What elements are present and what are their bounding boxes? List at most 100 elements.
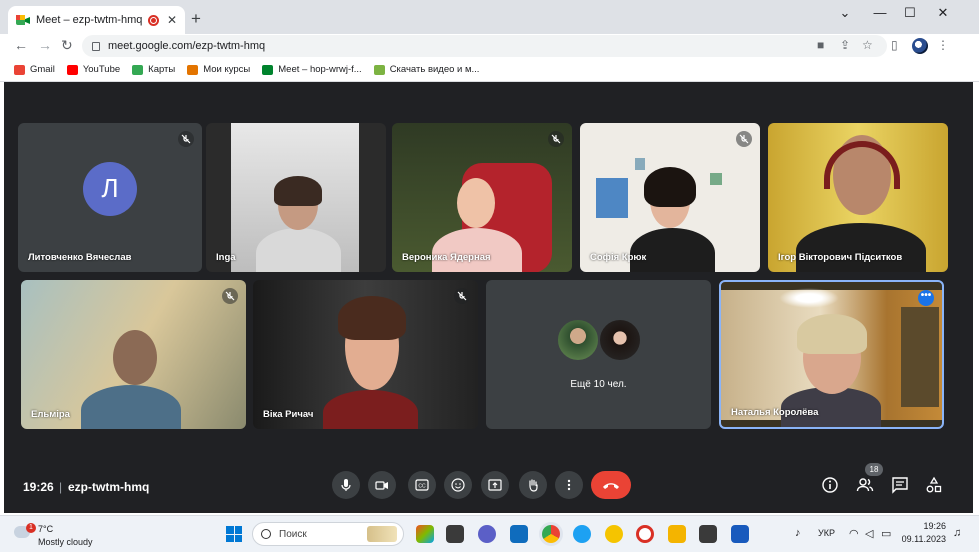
task-view-icon[interactable] [446, 525, 464, 543]
person-silhouette [630, 228, 715, 272]
reload-icon[interactable]: ↻ [61, 37, 73, 54]
bookmark-gmail[interactable]: Gmail [14, 64, 55, 75]
search-placeholder: Поиск [279, 528, 307, 540]
battery-icon[interactable]: ▭ [881, 527, 891, 540]
participant-tile[interactable]: Вероника Ядерная [392, 123, 572, 272]
participant-tile[interactable]: Ельміра [21, 280, 246, 429]
meeting-code: ezp-twtm-hmq [68, 480, 150, 494]
search-highlight-icon [367, 526, 397, 542]
person-silhouette [81, 385, 181, 429]
bookmark-download[interactable]: Скачать видео и м... [373, 64, 479, 75]
wall-photo [710, 173, 722, 185]
chat-icon[interactable] [891, 476, 909, 494]
emoji-icon [451, 478, 465, 492]
camera-button[interactable] [368, 471, 396, 499]
participant-tile-pinned[interactable]: ••• Наталья Королёва [719, 280, 944, 429]
more-participants-label: Ещё 10 чел. [570, 379, 627, 390]
captions-button[interactable]: CC [408, 471, 436, 499]
edge-icon[interactable] [573, 525, 591, 543]
microphone-tray-icon[interactable]: ♪ [795, 527, 801, 539]
forward-arrow-icon[interactable]: → [38, 37, 52, 53]
word-icon[interactable] [731, 525, 749, 543]
meet-icon [262, 64, 274, 75]
participant-name: Ельміра [31, 409, 70, 420]
present-screen-icon [488, 479, 502, 491]
taskbar-search[interactable]: Поиск [252, 522, 404, 546]
bookmarks-bar: Gmail YouTube Карты Мои курсы Meet – hop… [0, 58, 979, 82]
file-explorer-icon[interactable] [668, 525, 686, 543]
bookmark-meet[interactable]: Meet – hop-wrwj-f... [262, 64, 362, 75]
people-icon[interactable] [856, 476, 874, 494]
url-text: meet.google.com/ezp-twtm-hmq [108, 40, 266, 52]
taskbar-date[interactable]: 09.11.2023 [899, 534, 946, 544]
taskbar-clock[interactable]: 19:26 [906, 521, 946, 531]
more-participants-tile[interactable]: Ещё 10 чел. [486, 280, 711, 429]
more-options-button[interactable]: ••• [918, 290, 934, 306]
muted-mic-icon [222, 288, 238, 304]
copilot-icon[interactable] [416, 525, 434, 543]
info-icon[interactable] [821, 476, 839, 494]
back-arrow-icon[interactable]: ← [14, 37, 28, 53]
bookshelf [901, 307, 939, 407]
tab-search-button[interactable]: ⌄ [830, 5, 860, 21]
person-hair [644, 167, 696, 207]
notification-bell-icon[interactable]: ♫ [953, 527, 961, 539]
participant-tile[interactable]: Софія Крюк [580, 123, 760, 272]
person-silhouette [323, 390, 418, 429]
participant-name: Віка Ричач [263, 409, 314, 420]
wall-photo [635, 158, 645, 170]
maps-icon [132, 64, 144, 75]
tab-close-button[interactable]: ✕ [167, 13, 177, 27]
profile-avatar[interactable] [912, 38, 928, 54]
wifi-icon[interactable]: ◠ [849, 527, 859, 540]
participant-tile[interactable]: Віка Ричач [253, 280, 478, 429]
side-panel-icon[interactable]: ▯ [891, 38, 898, 52]
volume-icon[interactable]: ◁ [865, 527, 873, 540]
wall-poster [596, 178, 628, 218]
participant-tile[interactable]: Inga [206, 123, 386, 272]
bookmark-maps[interactable]: Карты [132, 64, 175, 75]
participant-name: Вероника Ядерная [402, 252, 491, 263]
camera-in-use-icon[interactable]: ■ [817, 38, 824, 52]
reactions-button[interactable] [444, 471, 472, 499]
app-check-icon[interactable] [605, 525, 623, 543]
browser-tab-meet[interactable]: Meet – ezp-twtm-hmq ✕ [8, 6, 185, 34]
close-window-button[interactable]: ✕ [928, 5, 958, 21]
youtube-icon [66, 64, 78, 75]
captions-icon: CC [415, 479, 429, 491]
bookmark-star-icon[interactable]: ☆ [862, 38, 873, 52]
microphone-button[interactable] [332, 471, 360, 499]
bookmark-courses[interactable]: Мои курсы [187, 64, 250, 75]
menu-icon[interactable]: ⋮ [937, 38, 949, 52]
gmail-icon [14, 64, 25, 75]
weather-description: Mostly cloudy [38, 537, 93, 547]
language-indicator[interactable]: УКР [818, 528, 835, 538]
bookmark-youtube[interactable]: YouTube [66, 64, 120, 75]
share-icon[interactable]: ⇪ [840, 38, 850, 52]
minimize-button[interactable]: — [865, 5, 895, 20]
muted-mic-icon [454, 288, 470, 304]
mail-icon[interactable] [510, 525, 528, 543]
activities-icon[interactable] [925, 476, 943, 494]
weather-widget[interactable]: 1 7°C Mostly cloudy [14, 521, 124, 549]
opera-icon[interactable] [636, 525, 654, 543]
participant-tile[interactable]: Ігор Вікторович Підситков [768, 123, 948, 272]
recording-icon [147, 14, 159, 26]
present-button[interactable] [481, 471, 509, 499]
participant-name: Литовченко Вячеслав [28, 252, 132, 263]
windows-start-icon[interactable] [226, 526, 242, 542]
leave-call-button[interactable] [591, 471, 631, 499]
more-options-button[interactable] [555, 471, 583, 499]
7zip-icon[interactable] [699, 525, 717, 543]
teams-icon[interactable] [478, 525, 496, 543]
chrome-icon[interactable] [542, 525, 560, 543]
participant-tile[interactable]: Л Литовченко Вячеслав [18, 123, 202, 272]
meeting-time: 19:26 [23, 480, 54, 494]
avatar: Л [83, 161, 137, 216]
weather-temperature: 7°C [38, 524, 54, 534]
maximize-button[interactable]: ☐ [895, 5, 925, 21]
raise-hand-button[interactable] [519, 471, 547, 499]
person-silhouette [796, 223, 926, 272]
new-tab-button[interactable]: + [191, 9, 201, 29]
address-bar[interactable]: meet.google.com/ezp-twtm-hmq [82, 35, 887, 57]
